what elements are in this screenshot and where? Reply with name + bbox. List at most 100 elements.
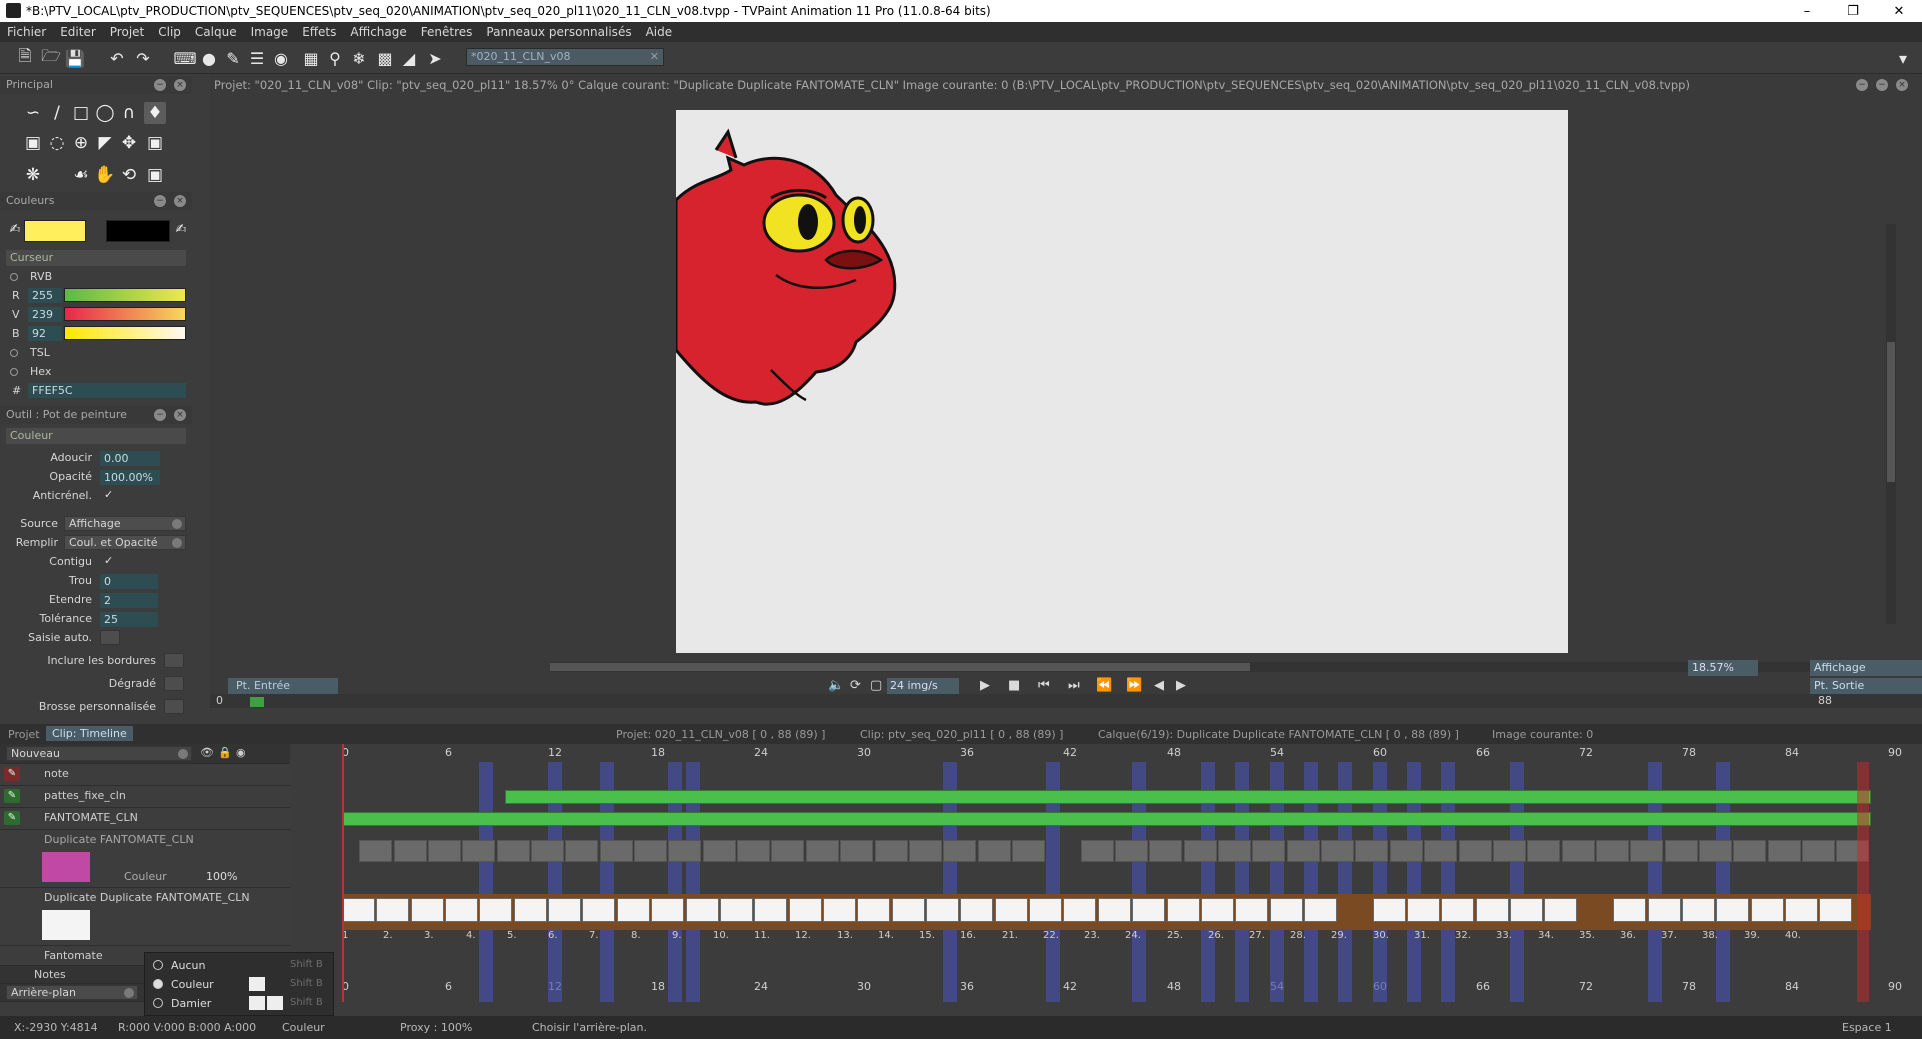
layer-duplicate-fantomate[interactable]: Duplicate FANTOMATE_CLN Couleur 100% <box>0 830 290 888</box>
light-table-icon[interactable]: ◉ <box>270 47 292 69</box>
menu-panneaux[interactable]: Panneaux personnalisés <box>479 25 638 39</box>
opacite-input[interactable]: 100.00% <box>100 470 160 485</box>
nouveau-select[interactable]: Nouveau <box>6 746 192 761</box>
close-panel-icon[interactable]: × <box>174 409 186 421</box>
crop-icon[interactable]: ◤ <box>94 132 116 154</box>
send-icon[interactable]: ➤ <box>424 47 446 69</box>
primary-color-swatch[interactable] <box>24 220 86 242</box>
notes-label[interactable]: Notes <box>34 968 66 981</box>
menu-fichier[interactable]: Fichier <box>0 25 53 39</box>
affichage-button[interactable]: Affichage <box>1810 660 1922 676</box>
tolerance-input[interactable]: 25 <box>100 612 158 627</box>
close-panel-icon[interactable]: × <box>174 195 186 207</box>
fill-bucket-icon[interactable]: ♦ <box>144 102 166 124</box>
layers-icon[interactable]: ☰ <box>246 47 268 69</box>
redo-icon[interactable]: ↷ <box>132 47 154 69</box>
open-file-icon[interactable]: 🗁 <box>40 46 62 69</box>
loop-icon[interactable]: ⟳ <box>850 678 861 693</box>
r-value[interactable]: 255 <box>28 288 62 303</box>
rotate-icon[interactable]: ⟲ <box>118 164 140 186</box>
smudge-icon[interactable]: ☙ <box>70 164 92 186</box>
next-frame-icon[interactable]: ▶ <box>1176 678 1186 693</box>
tab-projet[interactable]: Projet <box>8 728 40 741</box>
menu-fenetres[interactable]: Fenêtres <box>414 25 480 39</box>
r-slider[interactable] <box>64 288 186 302</box>
minimize-icon[interactable]: – <box>1784 0 1830 22</box>
popup-item-aucun[interactable]: Aucun <box>153 959 206 972</box>
playhead[interactable] <box>250 697 264 707</box>
effects-icon[interactable]: ❄ <box>348 47 370 69</box>
hex-input[interactable]: FFEF5C <box>28 383 186 398</box>
b-value[interactable]: 92 <box>28 326 62 341</box>
vertical-scrollbar-thumb[interactable] <box>1887 342 1895 482</box>
color-wheel-icon[interactable]: ● <box>198 47 220 69</box>
keyboard-icon[interactable]: ⌨ <box>173 47 196 69</box>
close-panel-icon[interactable]: × <box>174 79 186 91</box>
b-slider[interactable] <box>64 326 186 340</box>
brush-panel-icon[interactable]: ✎ <box>222 47 244 69</box>
vertical-scrollbar[interactable] <box>1886 224 1896 624</box>
popup-checker-swatch-1[interactable] <box>249 996 265 1010</box>
freehand-icon[interactable]: ∽ <box>22 102 44 124</box>
timeline-frames[interactable]: 0066121218182424303036364242484854546060… <box>342 744 1902 1002</box>
stop-icon[interactable]: ■ <box>1008 678 1020 693</box>
menu-image[interactable]: Image <box>244 25 296 39</box>
rectangle-icon[interactable]: □ <box>70 102 92 124</box>
perspective-icon[interactable]: ◢ <box>398 47 420 69</box>
frame-icon[interactable]: ▢ <box>870 678 882 693</box>
new-file-icon[interactable]: 🗎 <box>14 46 36 69</box>
mode-rvb[interactable]: RVB <box>0 268 192 286</box>
maximize-icon[interactable]: ❐ <box>1830 0 1876 22</box>
saisie-auto-checkbox[interactable] <box>100 630 120 645</box>
select-rect-icon[interactable]: ▣ <box>22 132 44 154</box>
v-slider[interactable] <box>64 307 186 321</box>
menu-calque[interactable]: Calque <box>188 25 244 39</box>
fps-select[interactable]: 24 img/s <box>887 678 959 694</box>
brosse-checkbox[interactable] <box>164 699 184 714</box>
lightbulb-icon[interactable]: ◉ <box>236 746 246 759</box>
arriere-plan-select[interactable]: Arrière-plan <box>6 985 138 1000</box>
restore-icon[interactable]: − <box>1856 79 1868 91</box>
menu-affichage[interactable]: Affichage <box>343 25 413 39</box>
popup-checker-swatch-2[interactable] <box>267 996 283 1010</box>
anticrenel-check-icon[interactable]: ✓ <box>104 488 113 501</box>
close-icon[interactable]: ✕ <box>1876 0 1922 22</box>
collapse-icon[interactable]: − <box>154 409 166 421</box>
prev-key-icon[interactable]: ⏪ <box>1096 678 1112 693</box>
popup-item-couleur[interactable]: Couleur <box>153 978 214 991</box>
popup-item-damier[interactable]: Damier <box>153 997 211 1010</box>
zoom-tool-icon[interactable]: ▣ <box>144 164 166 186</box>
source-select[interactable]: Affichage <box>64 516 186 531</box>
next-key-icon[interactable]: ⏩ <box>1126 678 1142 693</box>
collapse-icon[interactable]: − <box>154 195 166 207</box>
line-icon[interactable]: ∕ <box>46 102 68 124</box>
zoom-input[interactable]: 18.57% <box>1688 660 1758 676</box>
ruler-icon[interactable]: ▦ <box>300 47 322 69</box>
eye-icon[interactable]: 👁 <box>200 746 214 759</box>
tab-clip-timeline[interactable]: Clip: Timeline <box>46 726 133 741</box>
close-panel-icon[interactable]: × <box>1896 79 1908 91</box>
menu-aide[interactable]: Aide <box>639 25 680 39</box>
secondary-color-swatch[interactable] <box>106 220 170 242</box>
drawing-canvas[interactable] <box>674 110 1568 653</box>
close-tab-icon[interactable]: ✕ <box>650 49 659 65</box>
scrub-bar[interactable]: 0 88 <box>210 694 1922 708</box>
play-icon[interactable]: ▶ <box>980 678 990 693</box>
first-frame-icon[interactable]: ⏮ <box>1038 678 1050 693</box>
inclure-bordures-checkbox[interactable] <box>164 653 184 668</box>
etendre-input[interactable]: 2 <box>100 593 158 608</box>
library-icon[interactable]: ▩ <box>374 47 396 69</box>
move-icon[interactable]: ✥ <box>118 132 140 154</box>
prev-frame-icon[interactable]: ◀ <box>1154 678 1164 693</box>
panel-toggle-icon[interactable]: ▾ <box>1892 47 1914 69</box>
last-frame-icon[interactable]: ⏭ <box>1068 678 1080 693</box>
sortie-button[interactable]: Pt. Sortie <box>1810 678 1922 694</box>
trou-input[interactable]: 0 <box>100 574 158 589</box>
select-lasso-icon[interactable]: ◌ <box>46 132 68 154</box>
degrade-checkbox[interactable] <box>164 676 184 691</box>
layer-fantomate-cln[interactable]: ✎ FANTOMATE_CLN <box>0 808 290 830</box>
menu-projet[interactable]: Projet <box>103 25 151 39</box>
adoucir-input[interactable]: 0.00 <box>100 451 160 466</box>
entree-button[interactable]: Pt. Entrée <box>228 678 338 694</box>
eyedropper-secondary-icon[interactable]: ✍ <box>170 218 192 240</box>
